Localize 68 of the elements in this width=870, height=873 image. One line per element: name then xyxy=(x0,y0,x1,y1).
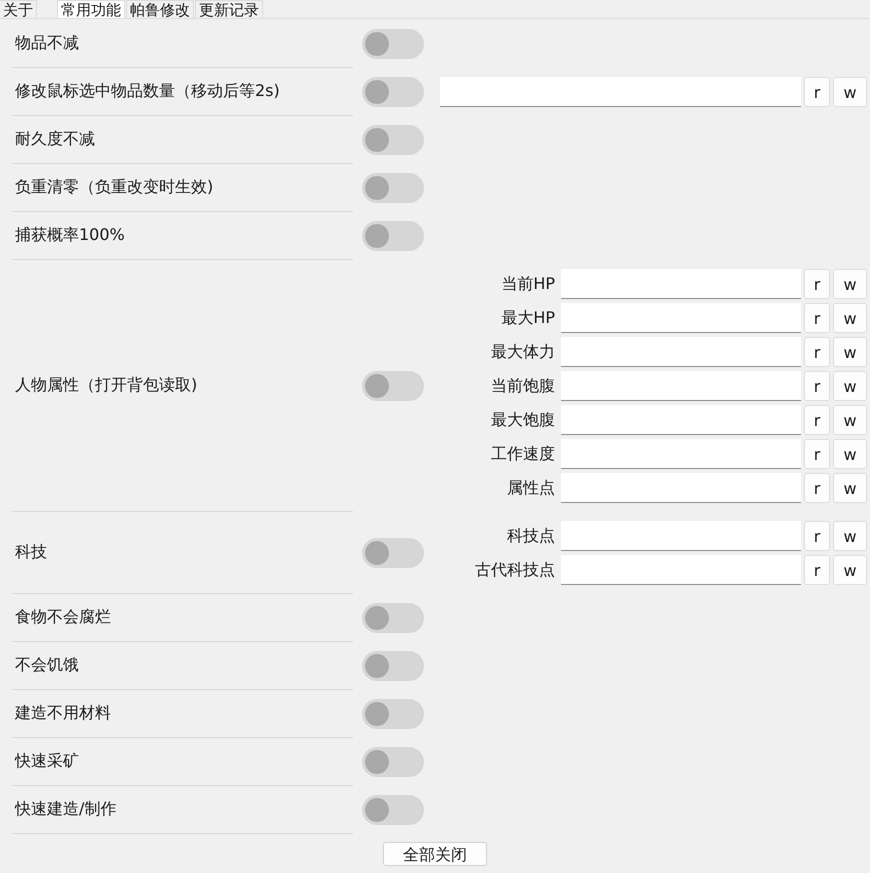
field-label: 工作速度 xyxy=(491,444,555,464)
feature-label: 快速建造/制作 xyxy=(15,799,116,820)
read-button[interactable]: r xyxy=(804,303,830,333)
close-all-button[interactable]: 全部关闭 xyxy=(383,842,487,866)
toggle-switch[interactable] xyxy=(362,747,424,777)
toggle-switch[interactable] xyxy=(362,125,424,155)
feature-label: 物品不减 xyxy=(15,33,79,54)
input-field[interactable] xyxy=(561,371,801,401)
tab[interactable]: 常用功能 xyxy=(57,0,125,18)
write-button[interactable]: w xyxy=(833,473,867,503)
field-label: 当前HP xyxy=(501,274,555,294)
field-label: 当前饱腹 xyxy=(491,376,555,396)
write-button[interactable]: w xyxy=(833,303,867,333)
feature-label: 负重清零（负重改变时生效) xyxy=(15,177,214,198)
toggle-switch[interactable] xyxy=(362,699,424,729)
input-field[interactable] xyxy=(561,439,801,469)
read-button[interactable]: r xyxy=(804,439,830,469)
read-button[interactable]: r xyxy=(804,521,830,551)
read-button[interactable]: r xyxy=(804,77,830,107)
read-button[interactable]: r xyxy=(804,269,830,299)
feature-label: 捕获概率100% xyxy=(15,225,125,246)
input-field[interactable] xyxy=(561,269,801,299)
toggle-switch[interactable] xyxy=(362,651,424,681)
toggle-switch[interactable] xyxy=(362,371,424,401)
field-label: 属性点 xyxy=(507,478,555,498)
feature-label: 耐久度不减 xyxy=(15,129,95,150)
write-button[interactable]: w xyxy=(833,77,867,107)
input-field[interactable] xyxy=(561,521,801,551)
toggle-switch[interactable] xyxy=(362,77,424,107)
input-field[interactable] xyxy=(561,337,801,367)
field-label: 最大体力 xyxy=(491,342,555,362)
write-button[interactable]: w xyxy=(833,521,867,551)
write-button[interactable]: w xyxy=(833,555,867,585)
tab[interactable]: 关于 xyxy=(0,0,37,18)
write-button[interactable]: w xyxy=(833,269,867,299)
toggle-switch[interactable] xyxy=(362,603,424,633)
feature-label: 不会饥饿 xyxy=(15,655,79,676)
input-field[interactable] xyxy=(440,77,801,107)
input-field[interactable] xyxy=(561,303,801,333)
field-label: 最大饱腹 xyxy=(491,410,555,430)
feature-label: 修改鼠标选中物品数量（移动后等2s) xyxy=(15,81,280,102)
read-button[interactable]: r xyxy=(804,405,830,435)
feature-label: 建造不用材料 xyxy=(15,703,111,724)
write-button[interactable]: w xyxy=(833,337,867,367)
field-label: 科技点 xyxy=(507,526,555,546)
write-button[interactable]: w xyxy=(833,439,867,469)
feature-label: 科技 xyxy=(15,542,47,563)
input-field[interactable] xyxy=(561,405,801,435)
field-label: 最大HP xyxy=(501,308,555,328)
feature-label: 人物属性（打开背包读取) xyxy=(15,375,198,396)
write-button[interactable]: w xyxy=(833,371,867,401)
input-field[interactable] xyxy=(561,555,801,585)
toggle-switch[interactable] xyxy=(362,538,424,568)
read-button[interactable]: r xyxy=(804,555,830,585)
read-button[interactable]: r xyxy=(804,371,830,401)
field-label: 古代科技点 xyxy=(475,560,555,580)
toggle-switch[interactable] xyxy=(362,221,424,251)
read-button[interactable]: r xyxy=(804,473,830,503)
read-button[interactable]: r xyxy=(804,337,830,367)
feature-label: 快速采矿 xyxy=(15,751,79,772)
feature-label: 食物不会腐烂 xyxy=(15,607,111,628)
write-button[interactable]: w xyxy=(833,405,867,435)
toggle-switch[interactable] xyxy=(362,29,424,59)
toggle-switch[interactable] xyxy=(362,173,424,203)
tab[interactable]: 帕鲁修改 xyxy=(126,0,194,18)
tab[interactable]: 更新记录 xyxy=(195,0,263,18)
toggle-switch[interactable] xyxy=(362,795,424,825)
input-field[interactable] xyxy=(561,473,801,503)
